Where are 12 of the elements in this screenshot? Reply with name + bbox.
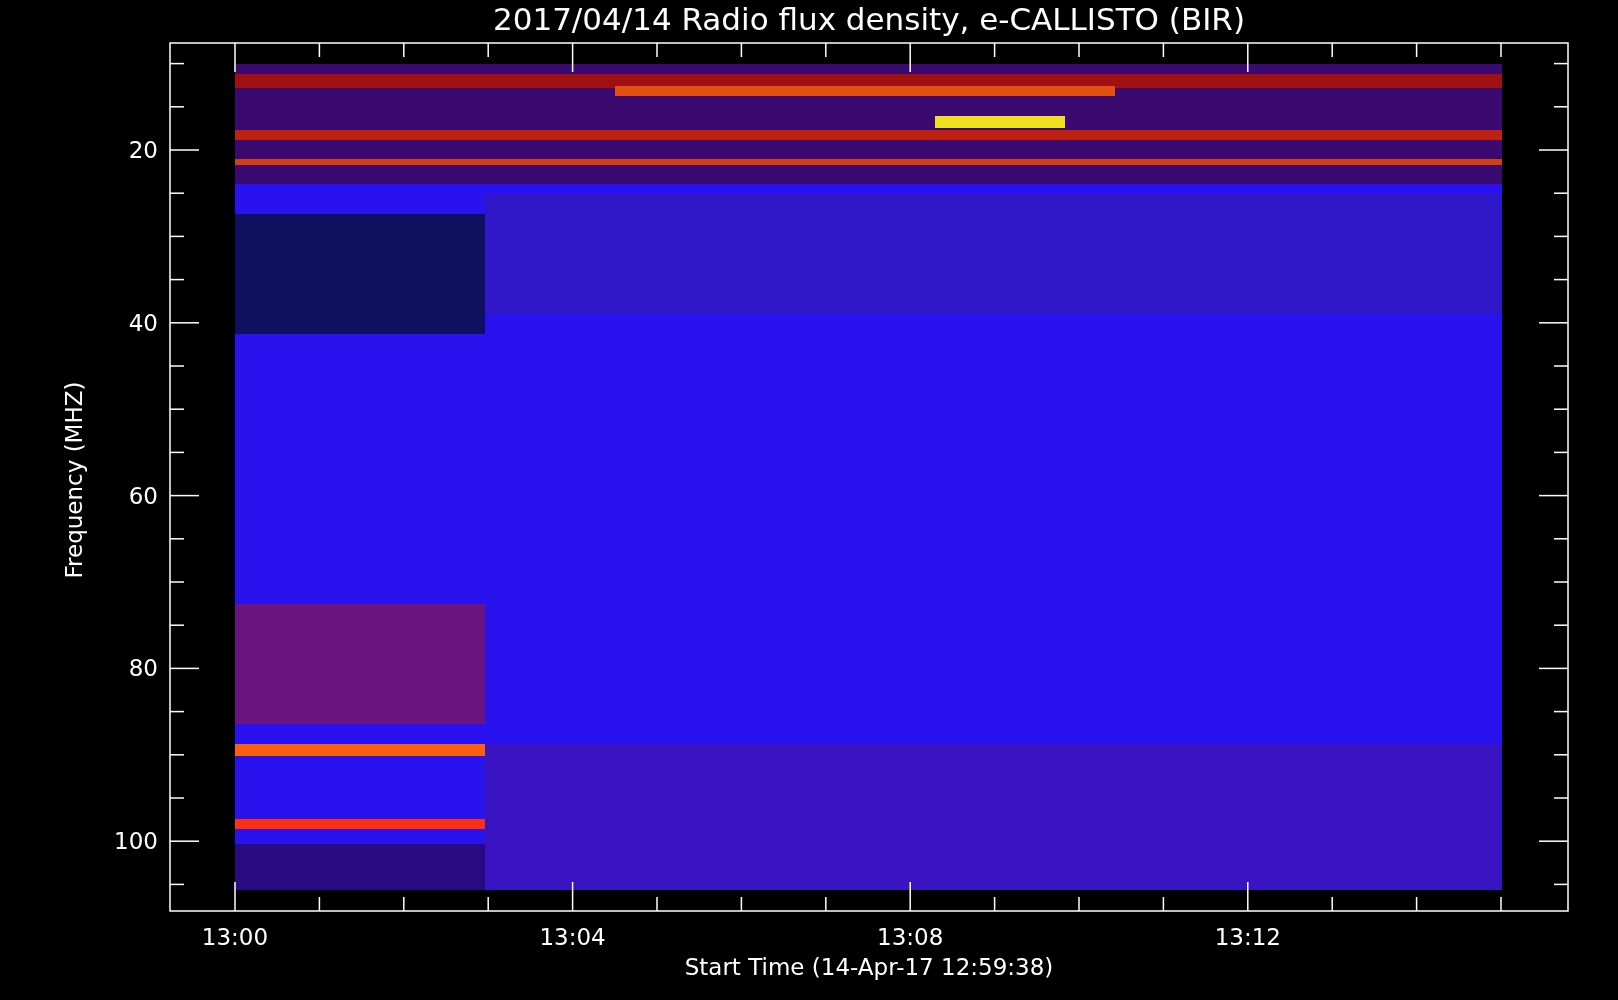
axis-tick-label: 13:04: [539, 924, 606, 950]
axis-tick-label: 100: [114, 828, 158, 855]
axis-tick-label: 13:00: [201, 924, 269, 950]
axis-tick-label: 40: [128, 309, 158, 336]
axis-tick-label: 13:12: [1214, 924, 1281, 950]
axis-tick-label: 60: [128, 482, 158, 509]
axis-tick-label: 80: [128, 655, 158, 682]
axis-title: Frequency (MHZ): [61, 381, 87, 579]
chart-title: 2017/04/14 Radio flux density, e-CALLISTO (BIR): [493, 1, 1245, 37]
axis-tick-label: 20: [128, 137, 158, 163]
axis-tick-label: 13:08: [877, 924, 944, 950]
axis-title: Start Time (14-Apr-17 12:59:38): [684, 954, 1054, 980]
